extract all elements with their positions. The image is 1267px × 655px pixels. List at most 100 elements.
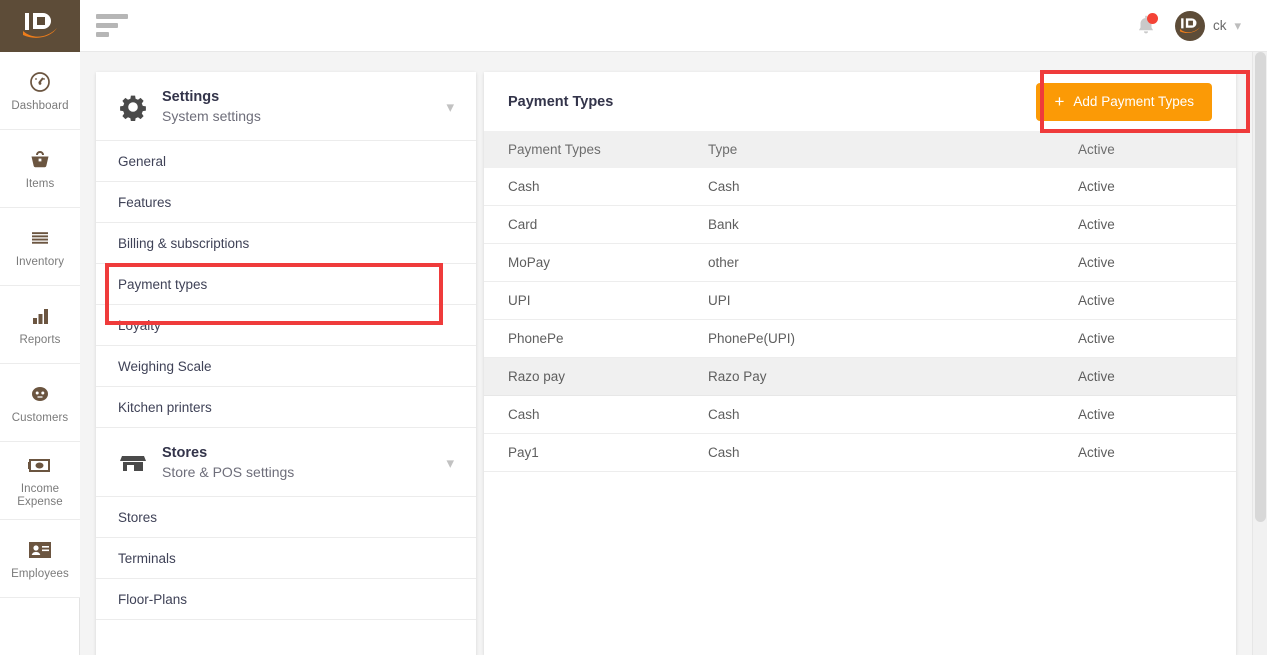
menu-item-label: Features: [118, 194, 172, 210]
menu-item-label: General: [118, 153, 167, 169]
sidebar-item-label: Income Expense: [17, 483, 63, 508]
notifications-button[interactable]: [1135, 12, 1158, 38]
cell-status: Active: [1054, 319, 1236, 358]
section-title: Settings: [162, 89, 220, 105]
cell-type: PhonePe(UPI): [684, 319, 1054, 358]
id-card-icon: [27, 537, 53, 563]
sidebar-item-label: Customers: [11, 411, 69, 424]
menu-item-kitchen-printers[interactable]: Kitchen printers: [96, 386, 476, 427]
menu-item-label: Weighing Scale: [118, 358, 212, 374]
cell-payment-type-name: PhonePe: [484, 319, 684, 358]
table-row[interactable]: PhonePe PhonePe(UPI) Active: [484, 319, 1236, 358]
table-row[interactable]: Pay1 Cash Active: [484, 433, 1236, 472]
menu-item-partial-cutoff[interactable]: [96, 619, 476, 655]
cell-type: Razo Pay: [684, 357, 1054, 396]
avatar: [1174, 10, 1205, 41]
sidebar-item-inventory[interactable]: Inventory: [0, 208, 80, 286]
speedometer-icon: [27, 69, 53, 95]
menu-item-label: Billing & subscriptions: [118, 235, 250, 251]
cell-type: Cash: [684, 168, 1054, 206]
column-header-type: Type: [684, 131, 1054, 168]
column-header-active: Active: [1054, 131, 1236, 168]
cell-payment-type-name: MoPay: [484, 243, 684, 282]
cell-status: Active: [1054, 281, 1236, 320]
menu-item-loyalty[interactable]: Loyalty: [96, 304, 476, 345]
menu-item-features[interactable]: Features: [96, 181, 476, 222]
sidebar-item-label: Employees: [11, 567, 69, 580]
add-payment-types-button[interactable]: + Add Payment Types: [1036, 82, 1212, 121]
menu-item-billing-subscriptions[interactable]: Billing & subscriptions: [96, 222, 476, 263]
app-root: Dashboard Items Inventory Reports Custom…: [0, 0, 1267, 655]
menu-item-payment-types[interactable]: Payment types: [96, 263, 476, 304]
cell-payment-type-name: UPI: [484, 281, 684, 320]
sidebar-item-dashboard[interactable]: Dashboard: [0, 52, 80, 130]
table-row[interactable]: Card Bank Active: [484, 205, 1236, 244]
primary-sidebar: Dashboard Items Inventory Reports Custom…: [0, 0, 80, 655]
cell-payment-type-name: Card: [484, 205, 684, 244]
cell-status: Active: [1054, 433, 1236, 472]
cell-status: Active: [1054, 168, 1236, 206]
p-swoosh-logo-icon: [23, 13, 57, 38]
sidebar-item-employees[interactable]: Employees: [0, 520, 80, 598]
user-menu[interactable]: ck ▾: [1174, 10, 1241, 41]
customer-face-icon: [27, 381, 53, 407]
chevron-down-icon[interactable]: ▾: [446, 100, 454, 115]
sidebar-item-customers[interactable]: Customers: [0, 364, 80, 442]
hamburger-menu-icon[interactable]: [96, 14, 130, 37]
menu-item-weighing-scale[interactable]: Weighing Scale: [96, 345, 476, 386]
section-title: Stores: [162, 445, 208, 461]
menu-item-label: Terminals: [118, 550, 176, 566]
cell-payment-type-name: Pay1: [484, 433, 684, 472]
table-body: Cash Cash Active Card Bank Active MoPay …: [484, 168, 1236, 472]
sidebar-item-label: Dashboard: [11, 99, 69, 112]
sidebar-item-items[interactable]: Items: [0, 130, 80, 208]
cell-status: Active: [1054, 205, 1236, 244]
section-header-settings[interactable]: Settings System settings ▾: [96, 72, 476, 140]
brand-logo[interactable]: [0, 0, 80, 52]
payment-types-table: Payment Types Type Active Cash Cash Acti…: [484, 131, 1236, 472]
section-header-stores[interactable]: Stores Store & POS settings ▾: [96, 427, 476, 496]
table-row[interactable]: MoPay other Active: [484, 243, 1236, 282]
money-note-icon: [27, 452, 53, 478]
page-title: Payment Types: [508, 93, 614, 110]
sidebar-item-label: Inventory: [15, 255, 65, 268]
top-header: ck ▾: [80, 0, 1267, 52]
menu-item-label: Stores: [118, 509, 158, 525]
sidebar-item-label: Items: [25, 177, 55, 190]
chevron-down-icon: ▾: [1234, 18, 1241, 33]
header-actions: ck ▾: [1135, 10, 1267, 41]
cell-type: Cash: [684, 433, 1054, 472]
table-header-row: Payment Types Type Active: [484, 131, 1236, 168]
sidebar-item-income-expense[interactable]: Income Expense: [0, 442, 80, 520]
section-stores-text: Stores Store & POS settings: [162, 444, 294, 482]
menu-item-stores[interactable]: Stores: [96, 496, 476, 537]
plus-icon: +: [1054, 92, 1065, 111]
sidebar-item-reports[interactable]: Reports: [0, 286, 80, 364]
section-subtitle: Store & POS settings: [162, 464, 295, 480]
cell-status: Active: [1054, 357, 1236, 396]
page-scrollbar[interactable]: [1252, 52, 1267, 655]
hamburger-bar: [96, 23, 118, 28]
sidebar-items: Dashboard Items Inventory Reports Custom…: [0, 52, 80, 598]
menu-item-terminals[interactable]: Terminals: [96, 537, 476, 578]
table-row[interactable]: Razo pay Razo Pay Active: [484, 357, 1236, 396]
add-payment-types-label: Add Payment Types: [1073, 94, 1194, 109]
gear-icon: [118, 92, 148, 122]
scrollbar-thumb[interactable]: [1255, 52, 1266, 522]
table-row[interactable]: UPI UPI Active: [484, 281, 1236, 320]
table-head: Payment Types Type Active: [484, 131, 1236, 168]
hamburger-bar: [96, 14, 128, 19]
cell-status: Active: [1054, 395, 1236, 434]
card-header: Payment Types + Add Payment Types: [484, 72, 1236, 131]
chevron-down-icon[interactable]: ▾: [446, 456, 454, 471]
section-settings-text: Settings System settings: [162, 88, 261, 126]
table-row[interactable]: Cash Cash Active: [484, 168, 1236, 206]
table-row[interactable]: Cash Cash Active: [484, 395, 1236, 434]
menu-item-floor-plans[interactable]: Floor-Plans: [96, 578, 476, 619]
menu-item-general[interactable]: General: [96, 140, 476, 181]
p-swoosh-logo-icon: [1179, 17, 1201, 33]
basket-icon: [27, 147, 53, 173]
stores-section-items: Stores Terminals Floor-Plans: [96, 496, 476, 655]
hamburger-bar: [96, 32, 109, 37]
cell-payment-type-name: Cash: [484, 168, 684, 206]
